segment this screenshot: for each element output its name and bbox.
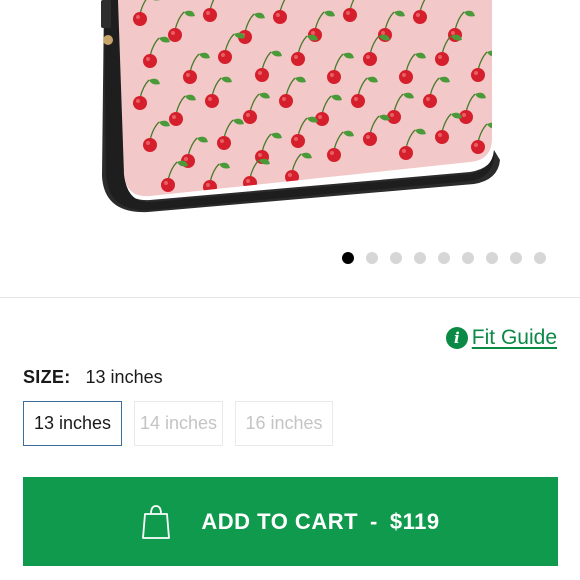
fit-guide-label: Fit Guide [471,326,557,349]
carousel-dot-7[interactable] [486,252,498,264]
carousel-dots [342,252,546,264]
product-gallery[interactable] [0,0,580,298]
add-to-cart-label: ADD TO CART [201,508,359,534]
carousel-dot-6[interactable] [462,252,474,264]
size-key-label: SIZE: [23,367,71,387]
carousel-dot-8[interactable] [510,252,522,264]
size-selection-row: SIZE: 13 inches [23,367,163,388]
add-to-cart-price: $119 [389,508,440,534]
carousel-dot-1[interactable] [342,252,354,264]
size-option-13-inches[interactable]: 13 inches [23,401,122,446]
carousel-dot-9[interactable] [534,252,546,264]
fit-guide-link[interactable]: i Fit Guide [445,326,557,350]
add-to-cart-separator: - [370,508,378,534]
info-icon: i [445,327,468,349]
carousel-dot-2[interactable] [366,252,378,264]
shopping-bag-icon [142,504,171,539]
size-option-16-inches[interactable]: 16 inches [235,401,333,446]
size-options: 13 inches 14 inches 16 inches [23,401,333,446]
add-to-cart-text: ADD TO CART - $119 [201,509,439,535]
size-option-14-inches[interactable]: 14 inches [134,401,223,446]
carousel-dot-5[interactable] [438,252,450,264]
carousel-dot-4[interactable] [414,252,426,264]
size-selected-value: 13 inches [85,367,163,387]
carousel-dot-3[interactable] [390,252,402,264]
add-to-cart-button[interactable]: ADD TO CART - $119 [23,477,558,566]
